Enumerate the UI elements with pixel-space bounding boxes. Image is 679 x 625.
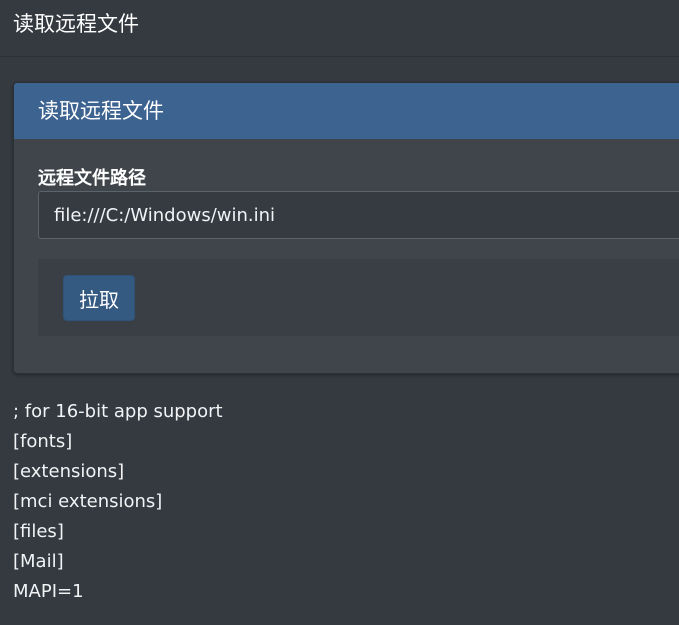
output-line: MAPI=1 — [13, 581, 84, 602]
remote-file-output: ; for 16-bit app support [fonts] [extens… — [13, 397, 663, 607]
pull-button[interactable]: 拉取 — [63, 275, 135, 321]
card-header: 读取远程文件 — [14, 83, 679, 139]
output-line: [mci extensions] — [13, 491, 163, 512]
card-title: 读取远程文件 — [38, 99, 164, 123]
page-header: 读取远程文件 — [0, 0, 679, 57]
action-bar: 拉取 — [38, 259, 679, 336]
output-line: [fonts] — [13, 431, 73, 452]
remote-file-path-label: 远程文件路径 — [38, 168, 146, 189]
remote-file-card: 读取远程文件 远程文件路径 拉取 — [13, 82, 679, 374]
output-line: [extensions] — [13, 461, 125, 482]
output-line: [files] — [13, 521, 64, 542]
output-line: [Mail] — [13, 551, 64, 572]
page-title: 读取远程文件 — [13, 12, 139, 36]
remote-file-path-input[interactable] — [38, 191, 679, 239]
card-body: 远程文件路径 拉取 — [14, 139, 679, 336]
output-line: ; for 16-bit app support — [13, 401, 223, 422]
